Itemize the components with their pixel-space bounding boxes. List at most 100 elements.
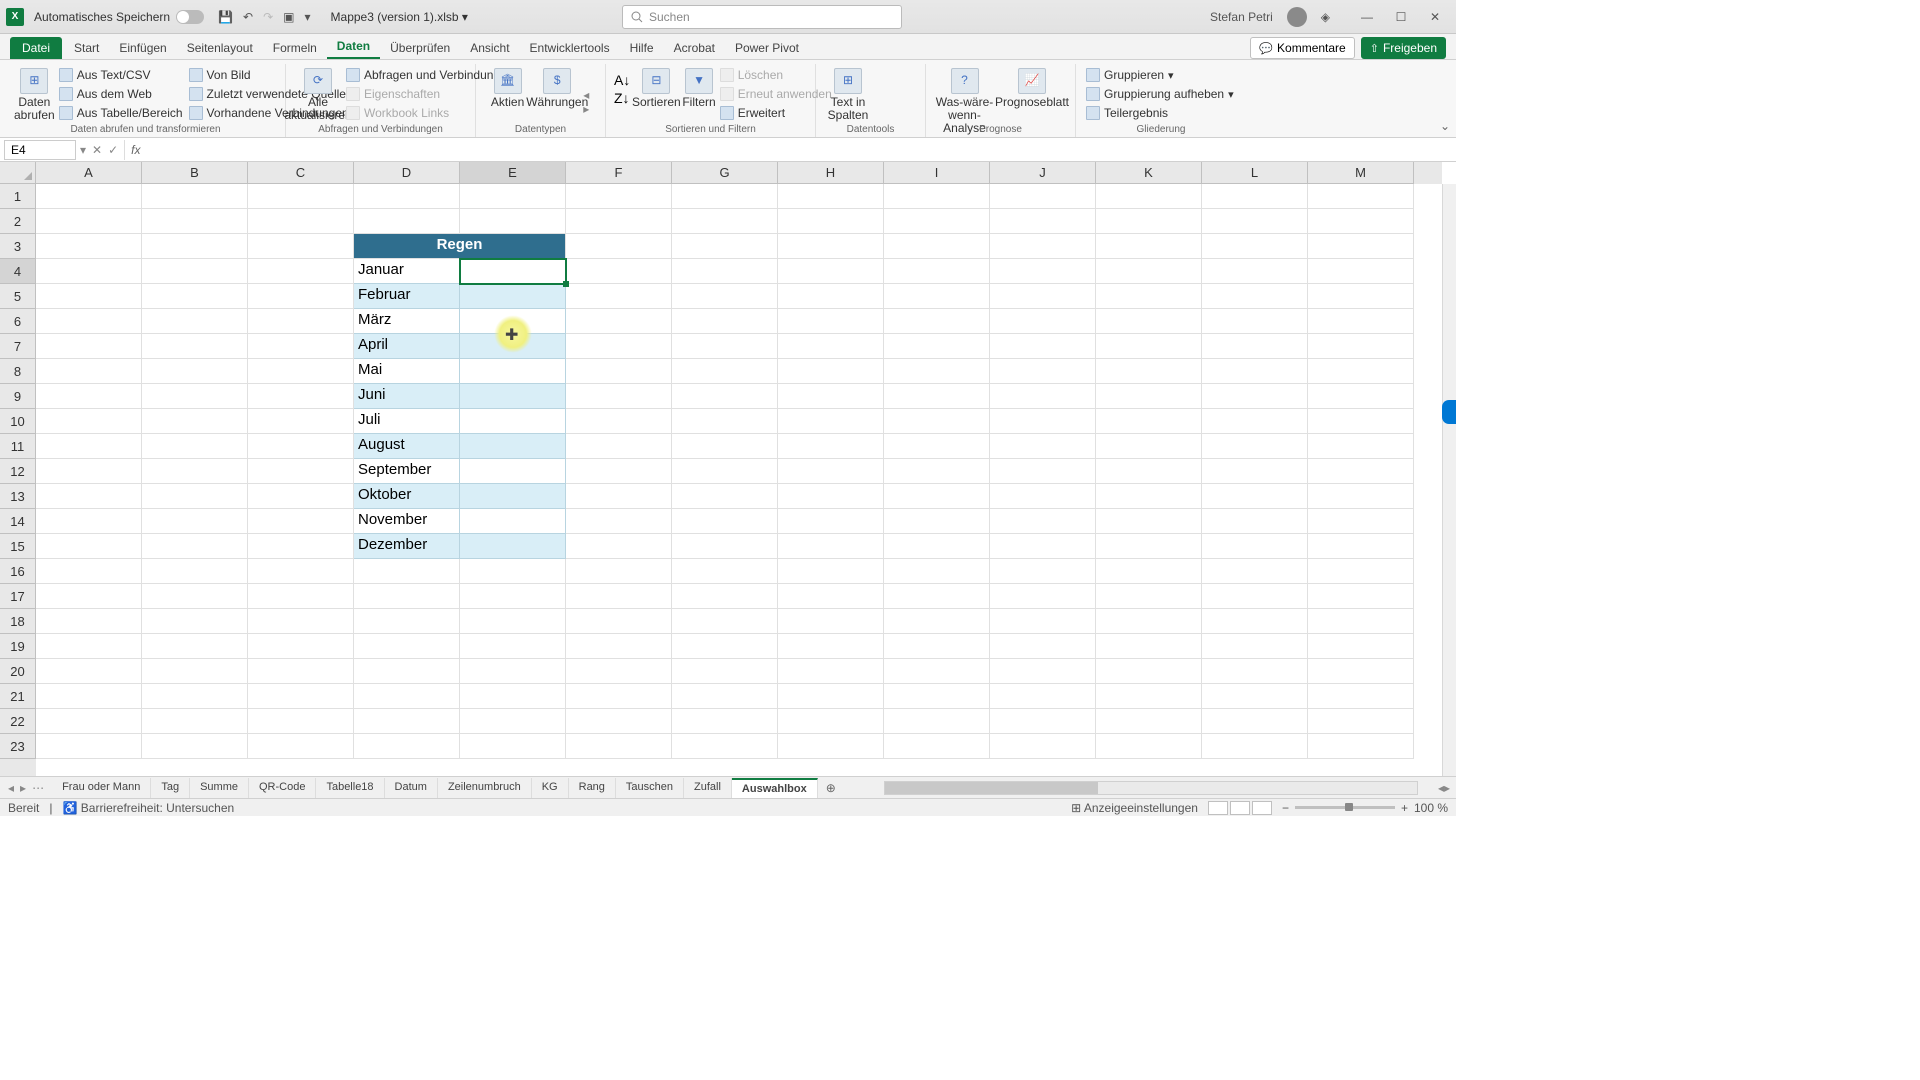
cell-E22[interactable] bbox=[460, 709, 566, 734]
cell-B6[interactable] bbox=[142, 309, 248, 334]
cell-B1[interactable] bbox=[142, 184, 248, 209]
cell-K22[interactable] bbox=[1096, 709, 1202, 734]
ungroup-button[interactable]: Gruppierung aufheben ▾ bbox=[1084, 85, 1236, 103]
cell-J2[interactable] bbox=[990, 209, 1096, 234]
cell-A21[interactable] bbox=[36, 684, 142, 709]
cell-B16[interactable] bbox=[142, 559, 248, 584]
cell-M13[interactable] bbox=[1308, 484, 1414, 509]
cell-D10[interactable]: Juli bbox=[354, 409, 460, 434]
cell-K9[interactable] bbox=[1096, 384, 1202, 409]
cell-F11[interactable] bbox=[566, 434, 672, 459]
autosave-toggle[interactable]: Automatisches Speichern bbox=[34, 10, 204, 24]
cell-K19[interactable] bbox=[1096, 634, 1202, 659]
cell-H6[interactable] bbox=[778, 309, 884, 334]
cell-C15[interactable] bbox=[248, 534, 354, 559]
cell-B22[interactable] bbox=[142, 709, 248, 734]
cell-D13[interactable]: Oktober bbox=[354, 484, 460, 509]
cell-H4[interactable] bbox=[778, 259, 884, 284]
cell-D2[interactable] bbox=[354, 209, 460, 234]
cell-E11[interactable] bbox=[460, 434, 566, 459]
cell-F15[interactable] bbox=[566, 534, 672, 559]
cell-I8[interactable] bbox=[884, 359, 990, 384]
cell-H18[interactable] bbox=[778, 609, 884, 634]
cell-M10[interactable] bbox=[1308, 409, 1414, 434]
cell-K18[interactable] bbox=[1096, 609, 1202, 634]
cell-H12[interactable] bbox=[778, 459, 884, 484]
cell-J16[interactable] bbox=[990, 559, 1096, 584]
cell-A8[interactable] bbox=[36, 359, 142, 384]
diamond-icon[interactable]: ◈ bbox=[1321, 10, 1330, 24]
cell-H13[interactable] bbox=[778, 484, 884, 509]
cell-G11[interactable] bbox=[672, 434, 778, 459]
cell-G15[interactable] bbox=[672, 534, 778, 559]
cell-F23[interactable] bbox=[566, 734, 672, 759]
cell-G5[interactable] bbox=[672, 284, 778, 309]
row-header-22[interactable]: 22 bbox=[0, 709, 36, 734]
cell-K13[interactable] bbox=[1096, 484, 1202, 509]
cell-D18[interactable] bbox=[354, 609, 460, 634]
cell-G3[interactable] bbox=[672, 234, 778, 259]
cell-H15[interactable] bbox=[778, 534, 884, 559]
cell-A6[interactable] bbox=[36, 309, 142, 334]
cell-K21[interactable] bbox=[1096, 684, 1202, 709]
cell-C2[interactable] bbox=[248, 209, 354, 234]
sheet-tab-datum[interactable]: Datum bbox=[385, 778, 438, 798]
column-header-H[interactable]: H bbox=[778, 162, 884, 184]
cell-F13[interactable] bbox=[566, 484, 672, 509]
cell-K5[interactable] bbox=[1096, 284, 1202, 309]
cell-D9[interactable]: Juni bbox=[354, 384, 460, 409]
cell-A1[interactable] bbox=[36, 184, 142, 209]
sheet-nav-prev-icon[interactable]: ◂ bbox=[8, 781, 14, 795]
cell-C13[interactable] bbox=[248, 484, 354, 509]
column-header-L[interactable]: L bbox=[1202, 162, 1308, 184]
cell-B14[interactable] bbox=[142, 509, 248, 534]
cell-I2[interactable] bbox=[884, 209, 990, 234]
cell-M11[interactable] bbox=[1308, 434, 1414, 459]
cell-J14[interactable] bbox=[990, 509, 1096, 534]
cell-G1[interactable] bbox=[672, 184, 778, 209]
view-pagelayout-button[interactable] bbox=[1230, 801, 1250, 815]
row-header-8[interactable]: 8 bbox=[0, 359, 36, 384]
cell-C5[interactable] bbox=[248, 284, 354, 309]
cell-K17[interactable] bbox=[1096, 584, 1202, 609]
cell-D17[interactable] bbox=[354, 584, 460, 609]
cell-L5[interactable] bbox=[1202, 284, 1308, 309]
sheet-tab-kg[interactable]: KG bbox=[532, 778, 569, 798]
maximize-button[interactable]: ☐ bbox=[1386, 7, 1416, 27]
cell-E17[interactable] bbox=[460, 584, 566, 609]
sheet-nav-more-icon[interactable]: ⋯ bbox=[32, 781, 44, 795]
cell-L10[interactable] bbox=[1202, 409, 1308, 434]
cell-K20[interactable] bbox=[1096, 659, 1202, 684]
cell-G18[interactable] bbox=[672, 609, 778, 634]
cell-G20[interactable] bbox=[672, 659, 778, 684]
row-header-5[interactable]: 5 bbox=[0, 284, 36, 309]
cell-B23[interactable] bbox=[142, 734, 248, 759]
row-header-10[interactable]: 10 bbox=[0, 409, 36, 434]
cell-M18[interactable] bbox=[1308, 609, 1414, 634]
cell-A23[interactable] bbox=[36, 734, 142, 759]
tab-hilfe[interactable]: Hilfe bbox=[620, 37, 664, 59]
cell-I13[interactable] bbox=[884, 484, 990, 509]
cell-E15[interactable] bbox=[460, 534, 566, 559]
cell-C21[interactable] bbox=[248, 684, 354, 709]
cell-B5[interactable] bbox=[142, 284, 248, 309]
cell-H22[interactable] bbox=[778, 709, 884, 734]
cell-H16[interactable] bbox=[778, 559, 884, 584]
cell-C7[interactable] bbox=[248, 334, 354, 359]
cell-E10[interactable] bbox=[460, 409, 566, 434]
row-header-14[interactable]: 14 bbox=[0, 509, 36, 534]
cell-C19[interactable] bbox=[248, 634, 354, 659]
cell-J3[interactable] bbox=[990, 234, 1096, 259]
cell-H9[interactable] bbox=[778, 384, 884, 409]
cell-F18[interactable] bbox=[566, 609, 672, 634]
row-header-23[interactable]: 23 bbox=[0, 734, 36, 759]
camera-icon[interactable]: ▣ bbox=[283, 10, 294, 24]
cell-A15[interactable] bbox=[36, 534, 142, 559]
cell-D15[interactable]: Dezember bbox=[354, 534, 460, 559]
cell-K15[interactable] bbox=[1096, 534, 1202, 559]
cell-F22[interactable] bbox=[566, 709, 672, 734]
column-header-E[interactable]: E bbox=[460, 162, 566, 184]
cell-H2[interactable] bbox=[778, 209, 884, 234]
cell-L6[interactable] bbox=[1202, 309, 1308, 334]
cell-E12[interactable] bbox=[460, 459, 566, 484]
